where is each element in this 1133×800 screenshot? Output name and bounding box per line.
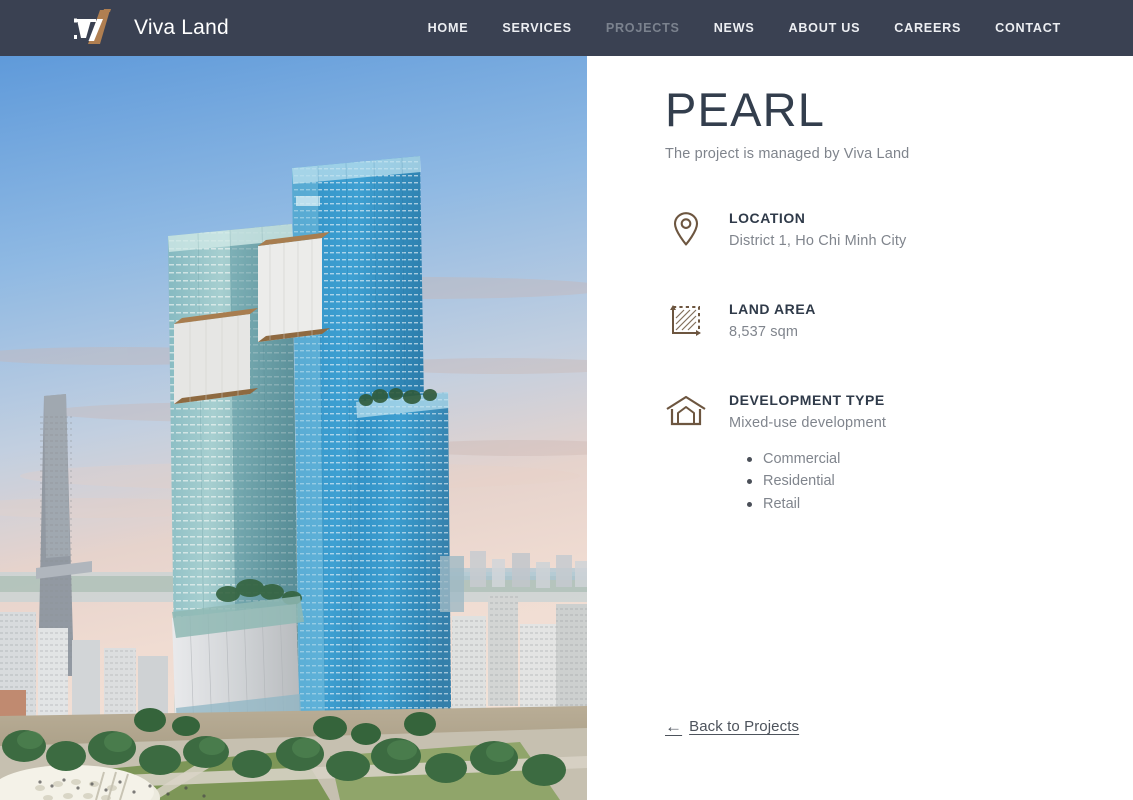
project-subtitle: The project is managed by Viva Land (665, 145, 910, 162)
fact-label-location: LOCATION (729, 209, 806, 226)
nav-item-home[interactable]: HOME (428, 21, 469, 35)
nav-item-contact[interactable]: CONTACT (995, 21, 1061, 35)
fact-row-land-area: LAND AREA 8,537 sqm (665, 298, 1073, 343)
arrow-left-icon: ← (665, 717, 683, 736)
project-hero-image (0, 56, 587, 800)
back-to-projects-link[interactable]: ← Back to Projects (665, 718, 799, 735)
page-title: PEARL (665, 83, 826, 136)
list-item: Retail (747, 493, 886, 515)
land-area-icon (665, 299, 707, 341)
page-body: PEARL The project is managed by Viva Lan… (0, 56, 1133, 800)
fact-body-location: LOCATION District 1, Ho Chi Minh City (729, 207, 906, 252)
nav-item-careers[interactable]: CAREERS (894, 21, 961, 35)
map-pin-icon (665, 208, 707, 250)
brand-name: Viva Land (134, 16, 229, 39)
fact-value-land-area: 8,537 sqm (729, 324, 799, 341)
brand-logo-link[interactable]: Viva Land (70, 0, 229, 56)
fact-value-location: District 1, Ho Chi Minh City (729, 233, 907, 250)
fact-label-development-type: DEVELOPMENT TYPE (729, 391, 885, 408)
nav-item-about-us[interactable]: ABOUT US (788, 21, 860, 35)
back-link-container: ← Back to Projects (665, 718, 799, 737)
back-to-projects-label: Back to Projects (689, 718, 800, 735)
nav-item-news[interactable]: NEWS (714, 21, 755, 35)
site-header: Viva Land HOME SERVICES PROJECTS NEWS AB… (0, 0, 1133, 56)
fact-row-location: LOCATION District 1, Ho Chi Minh City (665, 207, 1073, 252)
nav-item-services[interactable]: SERVICES (502, 21, 571, 35)
nav-item-projects[interactable]: PROJECTS (606, 21, 680, 35)
fact-body-development-type: DEVELOPMENT TYPE Mixed-use development C… (729, 389, 886, 515)
list-item: Residential (747, 470, 886, 492)
list-item: Commercial (747, 448, 886, 470)
house-icon (665, 390, 707, 432)
fact-row-development-type: DEVELOPMENT TYPE Mixed-use development C… (665, 389, 1073, 515)
fact-body-land-area: LAND AREA 8,537 sqm (729, 298, 816, 343)
development-tag-list: Commercial Residential Retail (729, 448, 886, 515)
fact-label-land-area: LAND AREA (729, 300, 816, 317)
fact-value-development-type: Mixed-use development (729, 415, 887, 432)
viva-land-monogram-icon (70, 8, 122, 48)
main-nav: HOME SERVICES PROJECTS NEWS ABOUT US CAR… (428, 21, 1061, 35)
project-detail-panel: PEARL The project is managed by Viva Lan… (587, 56, 1133, 800)
project-fact-list: LOCATION District 1, Ho Chi Minh City LA… (665, 207, 1073, 516)
